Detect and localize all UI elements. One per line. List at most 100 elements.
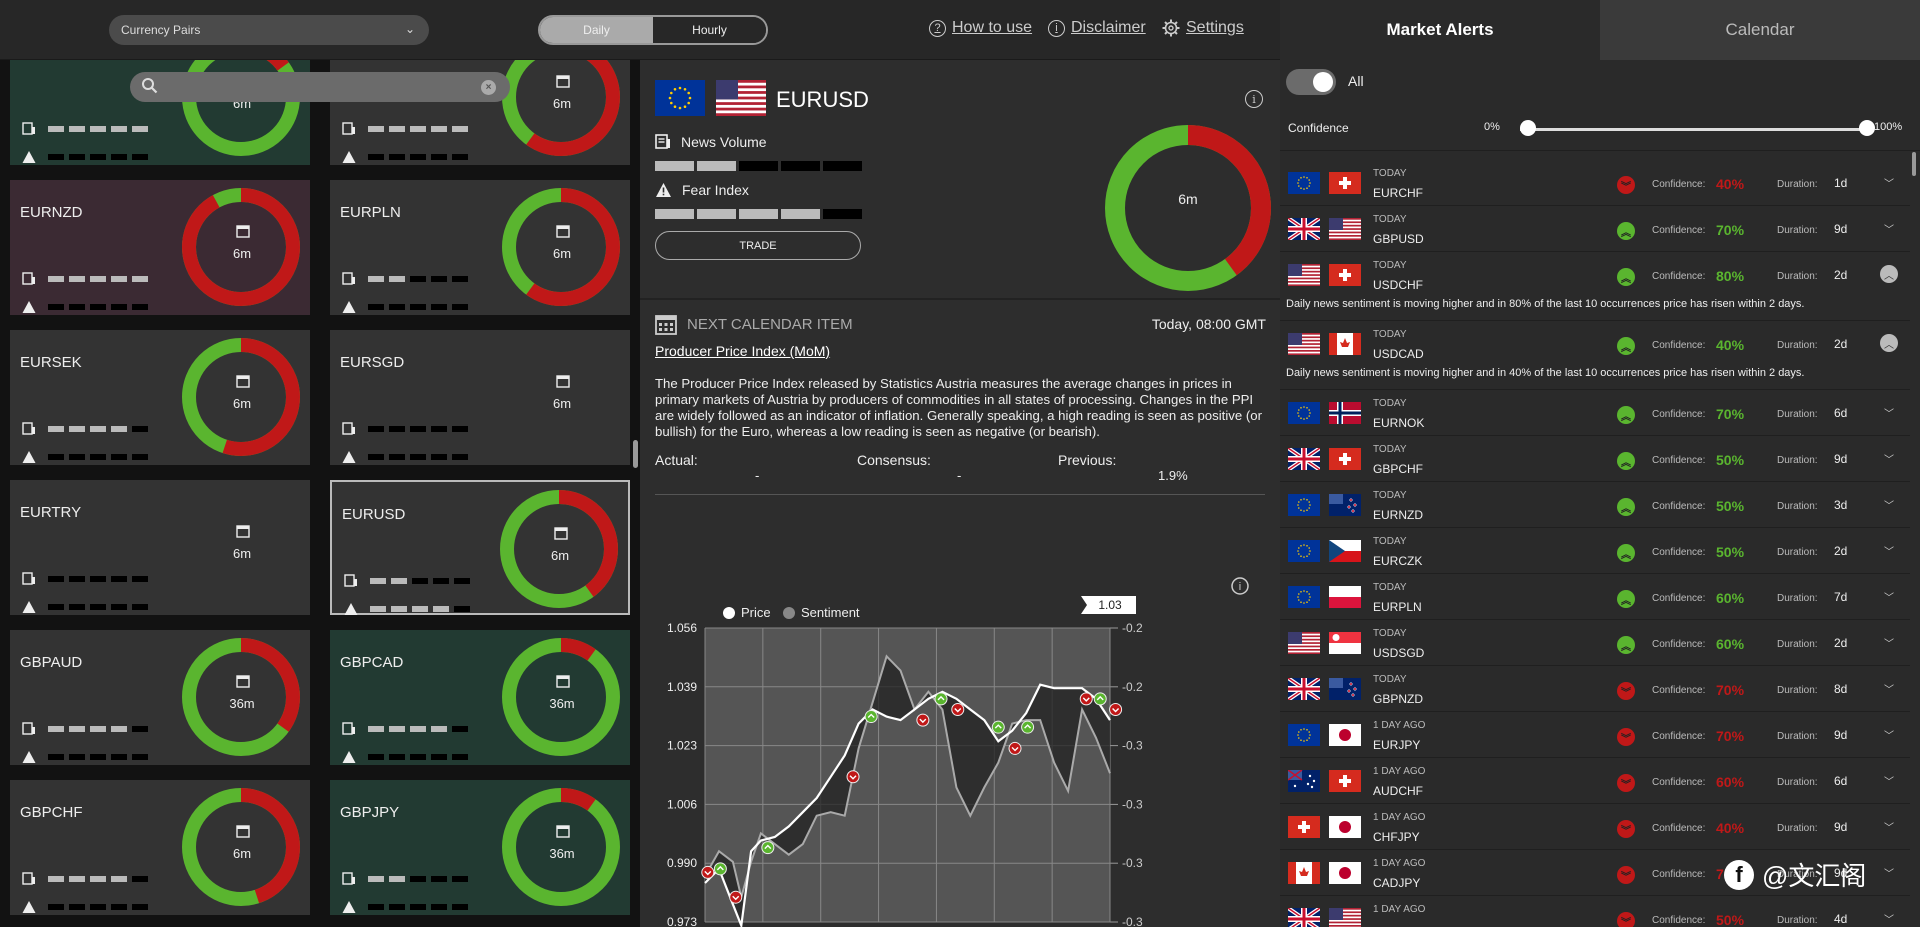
sell-signal-marker[interactable] [1109,702,1123,716]
y-left-tick: 1.056 [667,621,697,635]
level-segment [132,876,148,882]
clear-search-icon[interactable]: × [481,80,496,95]
chevron-up-icon[interactable]: ︿ [1880,265,1898,283]
chevron-down-icon[interactable]: ﹀ [1880,863,1898,881]
level-segment [132,576,148,582]
buy-signal-marker[interactable] [761,841,775,855]
pair-card[interactable]: EURUSD 6m [330,480,630,615]
trade-button[interactable]: TRADE [655,231,861,260]
search-box[interactable]: × [130,72,510,102]
alert-row[interactable]: TODAY USDCAD ︽ Confidence: 40% Duration: 2d ︿ Da… [1280,321,1910,390]
sell-signal-marker[interactable] [1079,692,1093,706]
alert-row[interactable]: TODAY GBPNZD ︾ Confidence: 70% Duration: 8d ﹀ [1280,666,1910,712]
chevron-down-icon[interactable]: ﹀ [1880,817,1898,835]
alert-row[interactable]: TODAY EURPLN ︽ Confidence: 60% Duration: 7d ﹀ [1280,574,1910,620]
alert-pair: GBPUSD [1373,232,1424,246]
alert-row[interactable]: TODAY EURCZK ︽ Confidence: 50% Duration: 2d ﹀ [1280,528,1910,574]
alert-row[interactable]: 1 DAY AGO EURJPY ︾ Confidence: 70% Duration: 9… [1280,712,1910,758]
pair-card[interactable]: EURSGD 6m [330,330,630,465]
alert-row[interactable]: TODAY USDSGD ︽ Confidence: 60% Duration: 2d ﹀ [1280,620,1910,666]
buy-signal-marker[interactable] [864,710,878,724]
chevron-up-icon[interactable]: ︿ [1880,334,1898,352]
y-left-tick: 1.023 [667,739,697,753]
chevron-down-icon[interactable]: ﹀ [1880,725,1898,743]
daily-option[interactable]: Daily [540,17,653,43]
chevron-down-icon[interactable]: ﹀ [1880,403,1898,421]
alert-row[interactable]: 1 DAY AGO ︾ Confidence: 50% Duration: 4d ﹀ [1280,896,1910,927]
ch-flag-icon [1288,816,1320,838]
chevron-down-icon[interactable]: ﹀ [1880,633,1898,651]
all-toggle[interactable] [1286,69,1336,95]
hourly-option[interactable]: Hourly [653,17,766,43]
alert-row[interactable]: TODAY USDCHF ︽ Confidence: 80% Duration: 2d ︿ Da… [1280,252,1910,321]
level-segment [90,904,106,910]
newspaper-icon [22,122,35,135]
confidence-slider-min-handle[interactable] [1520,120,1536,136]
confidence-slider-track[interactable] [1520,128,1867,131]
how-to-use-link[interactable]: ? How to use [929,19,1032,37]
calendar-event-link[interactable]: Producer Price Index (MoM) [655,343,830,359]
chevron-down-icon[interactable]: ﹀ [1880,219,1898,237]
buy-signal-marker[interactable] [1021,720,1035,734]
alert-row[interactable]: 1 DAY AGO AUDCHF ︾ Confidence: 60% Duration: 6… [1280,758,1910,804]
level-segment [389,754,405,760]
alerts-scrollbar[interactable] [1912,152,1916,176]
alert-row[interactable]: TODAY EURNZD ︽ Confidence: 50% Duration: 3d ﹀ [1280,482,1910,528]
buy-signal-marker[interactable] [1093,692,1107,706]
actual-value: - [755,468,760,483]
level-segment [90,726,106,732]
pair-card[interactable]: GBPCAD 36m [330,630,630,765]
tab-market-alerts[interactable]: Market Alerts [1280,0,1600,60]
chevron-down-icon[interactable]: ﹀ [1880,173,1898,191]
duration-label: Duration: [1777,179,1818,190]
chevron-down-icon[interactable]: ﹀ [1880,541,1898,559]
pair-card[interactable]: EURTRY 6m [10,480,310,615]
pair-card[interactable]: GBPAUD 36m [10,630,310,765]
legend-price[interactable]: Price [741,605,771,620]
alert-row[interactable]: TODAY EURNOK ︽ Confidence: 70% Duration: 6d ﹀ [1280,390,1910,436]
buy-signal-marker[interactable] [713,862,727,876]
alert-row[interactable]: TODAY GBPCHF ︽ Confidence: 50% Duration: 9d ﹀ [1280,436,1910,482]
sell-signal-marker[interactable] [1008,741,1022,755]
sell-signal-marker[interactable] [951,702,965,716]
level-segment [370,578,386,584]
legend-sentiment[interactable]: Sentiment [801,605,860,620]
level-segment [452,726,468,732]
pair-card[interactable]: GBPJPY 36m [330,780,630,915]
chevron-down-icon[interactable]: ﹀ [1880,449,1898,467]
pair-card[interactable]: EURNZD 6m [10,180,310,315]
level-segment [69,276,85,282]
chevron-down-icon[interactable]: ﹀ [1880,771,1898,789]
pair-card[interactable]: EURPLN 6m [330,180,630,315]
alert-row[interactable]: 1 DAY AGO CHFJPY ︾ Confidence: 40% Duration: 9… [1280,804,1910,850]
chevron-down-icon[interactable]: ﹀ [1880,587,1898,605]
chevron-down-icon[interactable]: ﹀ [1880,495,1898,513]
level-segment [410,754,426,760]
left-scrollbar[interactable] [633,440,638,468]
y-right-tick: -0.3 [1122,797,1143,811]
chevron-down-icon[interactable]: ﹀ [1880,909,1898,927]
confidence-slider-max-handle[interactable] [1859,120,1875,136]
eu-flag-icon [1288,402,1320,424]
sell-signal-marker[interactable] [846,770,860,784]
y-right-tick: -0.3 [1122,739,1143,753]
level-segment [69,876,85,882]
pair-card[interactable]: GBPCHF 6m [10,780,310,915]
cz-flag-icon [1329,540,1361,562]
alert-row[interactable]: TODAY EURCHF ︾ Confidence: 40% Duration: 1d ﹀ [1280,160,1910,206]
sell-signal-marker[interactable] [729,890,743,904]
disclaimer-link[interactable]: i Disclaimer [1048,19,1146,37]
buy-signal-marker[interactable] [934,692,948,706]
settings-link[interactable]: Settings [1162,19,1244,37]
tab-calendar[interactable]: Calendar [1600,0,1920,60]
sell-signal-marker[interactable] [701,865,715,879]
info-icon[interactable]: i [1245,90,1263,108]
info-icon[interactable]: i [1231,577,1249,595]
buy-signal-marker[interactable] [991,720,1005,734]
chevron-down-icon[interactable]: ﹀ [1880,679,1898,697]
pair-card[interactable]: EURSEK 6m [10,330,310,465]
alert-row[interactable]: TODAY GBPUSD ︽ Confidence: 70% Duration: 9d ﹀ [1280,206,1910,252]
currency-pairs-select[interactable]: Currency Pairs ⌄ [109,15,429,45]
news-volume-row [342,122,468,136]
sell-signal-marker[interactable] [916,713,930,727]
